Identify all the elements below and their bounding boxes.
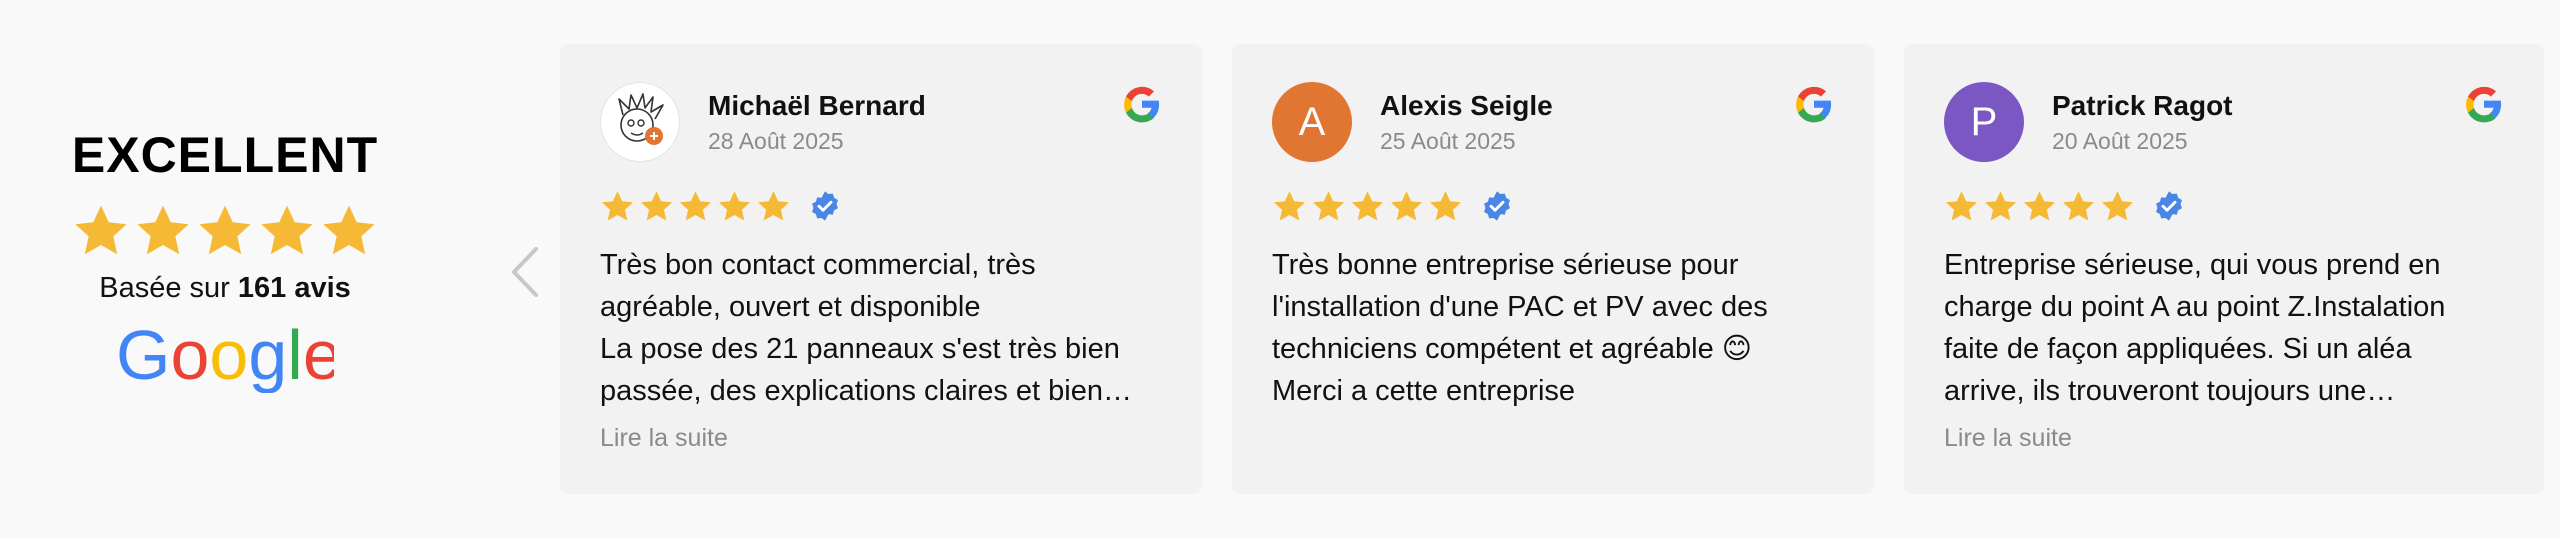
star-icon bbox=[1391, 190, 1422, 220]
carousel-prev-button[interactable] bbox=[505, 245, 545, 299]
review-text-line: Entreprise sérieuse, qui vous prend en bbox=[1944, 249, 2441, 281]
star-icon bbox=[1313, 190, 1344, 220]
star-icon bbox=[323, 205, 375, 255]
rating-label: EXCELLENT bbox=[71, 127, 379, 183]
review-text-line: techniciens compétent et agréable 😊 bbox=[1272, 333, 1753, 365]
avatar bbox=[600, 82, 680, 162]
star-icon bbox=[1352, 190, 1383, 220]
star-icon bbox=[199, 205, 251, 255]
star-icon bbox=[758, 190, 789, 220]
star-icon bbox=[1430, 190, 1461, 220]
star-icon bbox=[680, 190, 711, 220]
avatar-drawing-icon bbox=[618, 93, 664, 145]
summary-stars bbox=[60, 202, 390, 260]
reviewer-name: Alexis Seigle bbox=[1380, 89, 1553, 121]
star-icon bbox=[2024, 190, 2055, 220]
review-text: Très bonne entreprise sérieuse pour l'in… bbox=[1272, 244, 1834, 412]
rating-summary: EXCELLENT Basée sur 161 avis Google bbox=[60, 130, 390, 393]
review-text-line: Merci a cette entreprise bbox=[1272, 375, 1576, 407]
star-icon bbox=[1985, 190, 2016, 220]
review-text-line: faite de façon appliquées. Si un aléa bbox=[1944, 333, 2412, 365]
star-icon bbox=[719, 190, 750, 220]
review-text: Entreprise sérieuse, qui vous prend en c… bbox=[1944, 244, 2504, 412]
review-text-line: passée, des explications claires et bien… bbox=[600, 375, 1132, 407]
review-date: 20 Août 2025 bbox=[2052, 128, 2188, 155]
google-g-icon bbox=[2466, 86, 2502, 123]
review-text-line: Très bonne entreprise sérieuse pour bbox=[1272, 249, 1739, 281]
svg-text:Google: Google bbox=[116, 319, 334, 393]
review-date: 25 Août 2025 bbox=[1380, 128, 1516, 155]
avatar: A bbox=[1272, 82, 1352, 162]
verified-badge-icon bbox=[1484, 191, 1510, 221]
review-text-line: La pose des 21 panneaux s'est très bien bbox=[600, 333, 1120, 365]
star-icon bbox=[1274, 190, 1305, 220]
based-on-label: Basée sur bbox=[99, 272, 238, 304]
star-icon bbox=[1946, 190, 1977, 220]
review-text: Très bon contact commercial, très agréab… bbox=[600, 244, 1162, 412]
google-logo: Google bbox=[60, 319, 390, 393]
star-icon bbox=[2063, 190, 2094, 220]
star-icon bbox=[137, 205, 189, 255]
review-text-line: agréable, ouvert et disponible bbox=[600, 291, 981, 323]
star-icon bbox=[641, 190, 672, 220]
review-count-text: Basée sur 161 avis bbox=[60, 272, 390, 305]
review-stars bbox=[600, 188, 1162, 224]
review-count: 161 avis bbox=[237, 272, 351, 304]
google-wordmark-icon: Google bbox=[116, 319, 334, 393]
review-card: A Alexis Seigle 25 Août 2025 Très bonne … bbox=[1232, 44, 1874, 494]
google-g-icon bbox=[1796, 86, 1832, 123]
review-text-line: Très bon contact commercial, très bbox=[600, 249, 1036, 281]
review-text-line: arrive, ils trouveront toujours une… bbox=[1944, 375, 2396, 407]
verified-badge-icon bbox=[2156, 191, 2182, 221]
reviewer-name: Patrick Ragot bbox=[2052, 89, 2233, 121]
review-card: P Patrick Ragot 20 Août 2025 Entreprise … bbox=[1904, 44, 2544, 494]
reviewer-name: Michaël Bernard bbox=[708, 89, 926, 121]
star-icon bbox=[602, 190, 633, 220]
review-card: Michaël Bernard 28 Août 2025 Très bon co… bbox=[560, 44, 1202, 494]
review-stars bbox=[1272, 188, 1834, 224]
avatar: P bbox=[1944, 82, 2024, 162]
star-icon bbox=[261, 205, 313, 255]
review-date: 28 Août 2025 bbox=[708, 128, 844, 155]
chevron-left-icon bbox=[512, 247, 538, 297]
review-text-line: charge du point A au point Z.Instalation bbox=[1944, 291, 2446, 323]
google-g-icon bbox=[1124, 86, 1160, 123]
read-more-link[interactable]: Lire la suite bbox=[600, 424, 1162, 453]
review-text-line: l'installation d'une PAC et PV avec des bbox=[1272, 291, 1768, 323]
verified-badge-icon bbox=[812, 191, 838, 221]
review-stars bbox=[1944, 188, 2504, 224]
read-more-link[interactable]: Lire la suite bbox=[1944, 424, 2504, 453]
star-icon bbox=[75, 205, 127, 255]
star-icon bbox=[2102, 190, 2133, 220]
